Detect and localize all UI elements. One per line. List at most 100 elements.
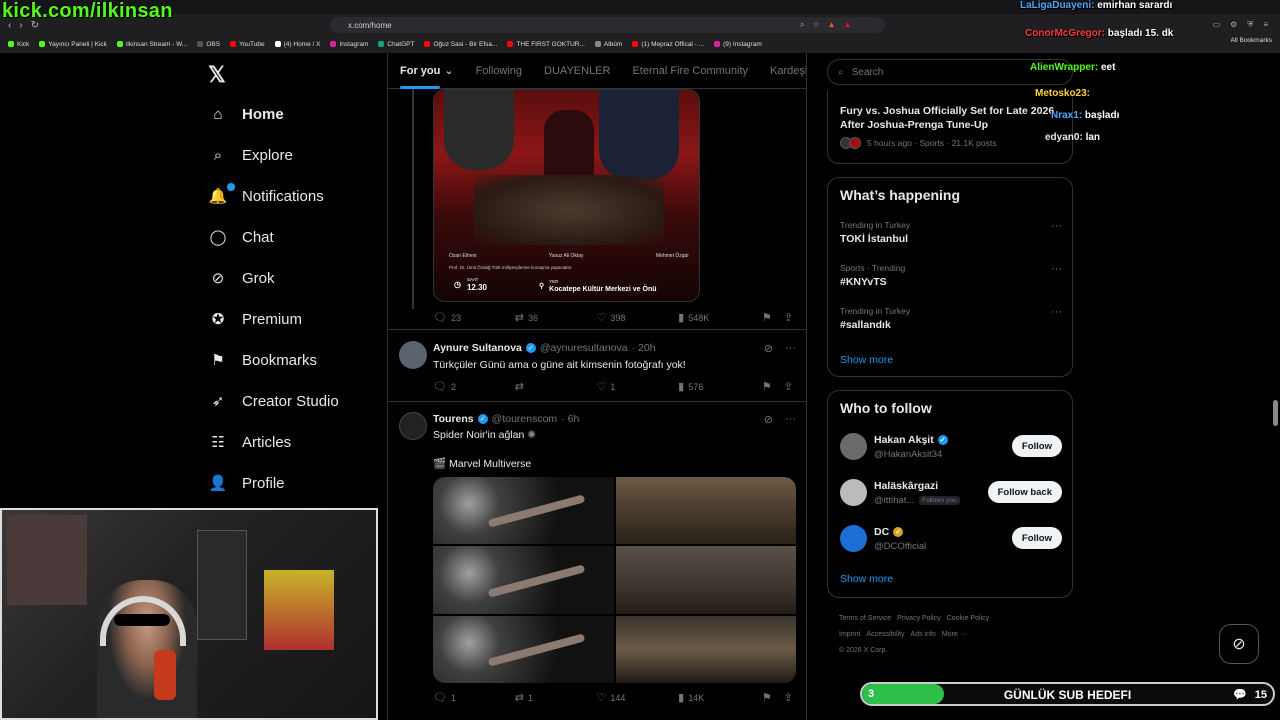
nav-item-chat[interactable]: ◯ Chat bbox=[208, 222, 274, 252]
reply-button[interactable]: 🗨 23 bbox=[433, 311, 515, 324]
footer-link[interactable]: Accessibility bbox=[866, 631, 904, 638]
tweet-image-poster[interactable]: Ozan Etheni Yavuz Ali Oktay Mehmet Özgür… bbox=[433, 89, 700, 302]
bookmark-item[interactable]: ilkinsan Stream - W... bbox=[116, 41, 187, 48]
follow-suggestion[interactable]: Haläskârgazi @ittihat... Follows you Follow… bbox=[840, 477, 1062, 511]
bookmark-item[interactable]: Kick bbox=[8, 41, 29, 48]
tweet-time[interactable]: · 6h bbox=[561, 413, 579, 425]
trend-item[interactable]: Trending in Turkey #sallandık ··· bbox=[840, 306, 1062, 331]
more-icon[interactable]: ··· bbox=[1051, 306, 1062, 318]
nav-item-grok[interactable]: ⊘ Grok bbox=[208, 263, 275, 293]
nav-item-notifications[interactable]: 🔔 Notifications bbox=[208, 181, 324, 211]
more-icon[interactable]: ··· bbox=[1051, 220, 1062, 232]
show-more-follow-link[interactable]: Show more bbox=[840, 573, 893, 585]
reply-button[interactable]: 🗨 1 bbox=[433, 691, 515, 704]
tweet-time[interactable]: · 20h bbox=[632, 342, 656, 354]
nav-item-explore[interactable]: ⌕ Explore bbox=[208, 140, 293, 170]
avatar[interactable] bbox=[399, 412, 427, 440]
follow-name[interactable]: DC bbox=[874, 526, 889, 538]
repost-button[interactable]: ⇄ bbox=[515, 380, 597, 393]
nav-item-home[interactable]: ⌂ Home bbox=[208, 99, 283, 129]
footer-link[interactable]: Cookie Policy bbox=[947, 615, 989, 622]
views-button[interactable]: ▮ 548K bbox=[678, 311, 762, 324]
tab-following[interactable]: Following bbox=[476, 65, 522, 77]
tweet-image[interactable] bbox=[615, 546, 796, 614]
bookmark-item[interactable]: THE FIRST GOKTUR... bbox=[507, 41, 585, 48]
bookmark-item[interactable]: Yayıncı Paneli | Kick bbox=[39, 41, 107, 48]
bookmark-button[interactable]: ⚑ bbox=[762, 691, 784, 704]
share-button[interactable]: ⇪ bbox=[784, 311, 793, 324]
share-button[interactable]: ⇪ bbox=[784, 380, 793, 393]
author-name[interactable]: Aynure Sultanova bbox=[433, 342, 522, 354]
like-button[interactable]: ♡ 398 bbox=[596, 311, 678, 324]
show-more-trends-link[interactable]: Show more bbox=[840, 354, 893, 366]
tweet-image[interactable] bbox=[433, 615, 614, 683]
bookmark-item[interactable]: Oğuz Sasi - Bir Efsa... bbox=[424, 41, 497, 48]
author-handle[interactable]: @aynuresultanova bbox=[540, 342, 628, 354]
grok-icon[interactable]: ⊘ bbox=[764, 342, 773, 355]
avatar[interactable] bbox=[840, 479, 867, 506]
tweet-image[interactable] bbox=[615, 615, 796, 683]
tweet-image[interactable] bbox=[433, 477, 614, 545]
tab-kardeşle[interactable]: Kardeşle bbox=[770, 65, 806, 77]
bookmark-button[interactable]: ⚑ bbox=[762, 380, 784, 393]
repost-button[interactable]: ⇄ 1 bbox=[515, 691, 597, 704]
follow-suggestion[interactable]: DC ✓ @DCOfficial Follow bbox=[840, 523, 1062, 557]
reply-button[interactable]: 🗨 2 bbox=[433, 380, 515, 393]
bookmark-item[interactable]: YouTube bbox=[230, 41, 265, 48]
nav-item-profile[interactable]: 👤 Profile bbox=[208, 468, 285, 498]
menu-icon[interactable]: ≡ bbox=[1263, 20, 1268, 30]
author-name[interactable]: Tourens bbox=[433, 413, 474, 425]
follow-suggestion[interactable]: Hakan Akşit ✓ @HakanAksit34 Follow bbox=[840, 431, 1062, 465]
share-button[interactable]: ⇪ bbox=[784, 691, 793, 704]
author-handle[interactable]: @tourenscom bbox=[492, 413, 558, 425]
footer-link[interactable]: Ads info bbox=[911, 631, 936, 638]
tweet-image[interactable] bbox=[433, 546, 614, 614]
tab-eternal-fire-community[interactable]: Eternal Fire Community bbox=[632, 65, 748, 77]
bookmark-item[interactable]: ChatGPT bbox=[378, 41, 414, 48]
rewards-icon[interactable]: ▲ bbox=[844, 20, 852, 30]
tab-duayenler[interactable]: DUAYENLER bbox=[544, 65, 610, 77]
nav-item-premium[interactable]: ✪ Premium bbox=[208, 304, 302, 334]
follow-name[interactable]: Haläskârgazi bbox=[874, 480, 938, 492]
avatar[interactable] bbox=[840, 433, 867, 460]
follow-name[interactable]: Hakan Akşit bbox=[874, 434, 934, 446]
follow-button[interactable]: Follow bbox=[1011, 527, 1062, 549]
repost-button[interactable]: ⇄ 36 bbox=[515, 311, 597, 324]
x-logo-icon[interactable]: 𝕏 bbox=[208, 62, 226, 88]
footer-link[interactable]: Privacy Policy bbox=[897, 615, 941, 622]
scrollbar-thumb[interactable] bbox=[1273, 400, 1278, 426]
bookmark-item[interactable]: (1) Mepraz Offical - ... bbox=[632, 41, 704, 48]
tab-for-you[interactable]: For you bbox=[400, 65, 441, 89]
nav-item-creator-studio[interactable]: ➶ Creator Studio bbox=[208, 386, 339, 416]
trend-item[interactable]: Trending in Turkey TOKİ İstanbul ··· bbox=[840, 220, 1062, 245]
more-icon[interactable]: ··· bbox=[1051, 263, 1062, 275]
grok-floating-button[interactable]: ⊘ bbox=[1219, 624, 1259, 664]
tweet-image-grid[interactable] bbox=[433, 477, 796, 683]
follow-button[interactable]: Follow back bbox=[987, 481, 1062, 503]
nav-item-articles[interactable]: ☷ Articles bbox=[208, 427, 291, 457]
tweet[interactable]: Aynure Sultanova ✓ @aynuresultanova · 20… bbox=[388, 330, 806, 402]
avatar[interactable] bbox=[399, 341, 427, 369]
follow-button[interactable]: Follow bbox=[1011, 435, 1062, 457]
bookmark-button[interactable]: ⚑ bbox=[762, 311, 784, 324]
bookmark-item[interactable]: Albüm bbox=[594, 41, 622, 48]
bookmark-item[interactable]: Instagram bbox=[330, 41, 368, 48]
footer-link[interactable]: Terms of Service bbox=[839, 615, 891, 622]
star-icon[interactable]: ☆ bbox=[812, 20, 819, 30]
like-button[interactable]: ♡ 144 bbox=[596, 691, 678, 704]
brave-icon[interactable]: ▲ bbox=[828, 20, 836, 30]
chevron-down-icon[interactable]: ⌄ bbox=[444, 64, 453, 77]
bookmark-item[interactable]: (4) Home / X bbox=[274, 41, 320, 48]
nav-item-bookmarks[interactable]: ⚑ Bookmarks bbox=[208, 345, 317, 375]
grok-icon[interactable]: ⊘ bbox=[764, 413, 773, 426]
avatar[interactable] bbox=[840, 525, 867, 552]
footer-link[interactable]: Imprint bbox=[839, 631, 860, 638]
bookmark-item[interactable]: OBS bbox=[197, 41, 220, 48]
more-icon[interactable]: ··· bbox=[785, 342, 796, 355]
views-button[interactable]: ▮ 14K bbox=[678, 691, 762, 704]
more-icon[interactable]: ··· bbox=[785, 413, 796, 426]
tweet-image[interactable] bbox=[615, 477, 796, 545]
trend-item[interactable]: Sports · Trending #KNYvTS ··· bbox=[840, 263, 1062, 288]
bookmark-item[interactable]: (9) Instagram bbox=[714, 41, 762, 48]
like-button[interactable]: ♡ 1 bbox=[596, 380, 678, 393]
